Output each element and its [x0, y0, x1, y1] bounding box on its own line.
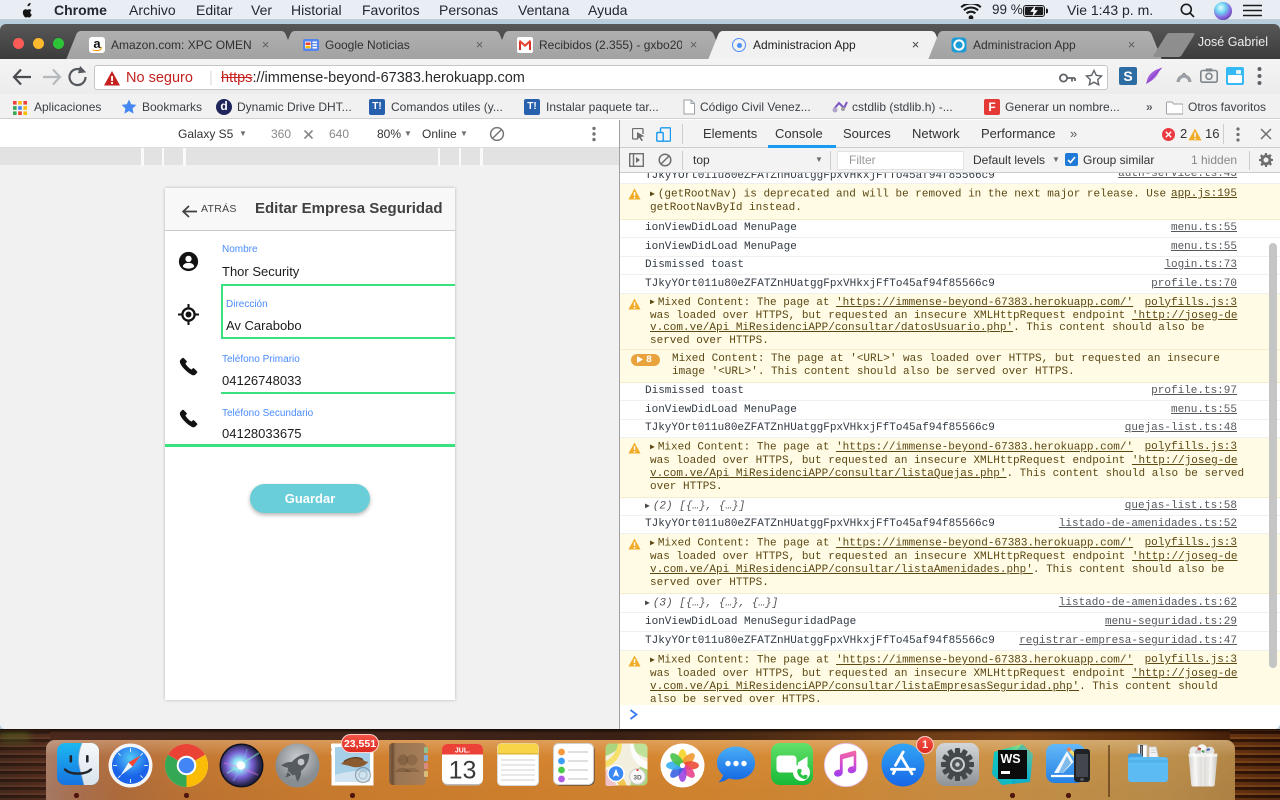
svg-text:3D: 3D — [633, 774, 642, 781]
svg-text:13: 13 — [449, 757, 477, 785]
svg-text:JUL.: JUL. — [455, 747, 470, 754]
